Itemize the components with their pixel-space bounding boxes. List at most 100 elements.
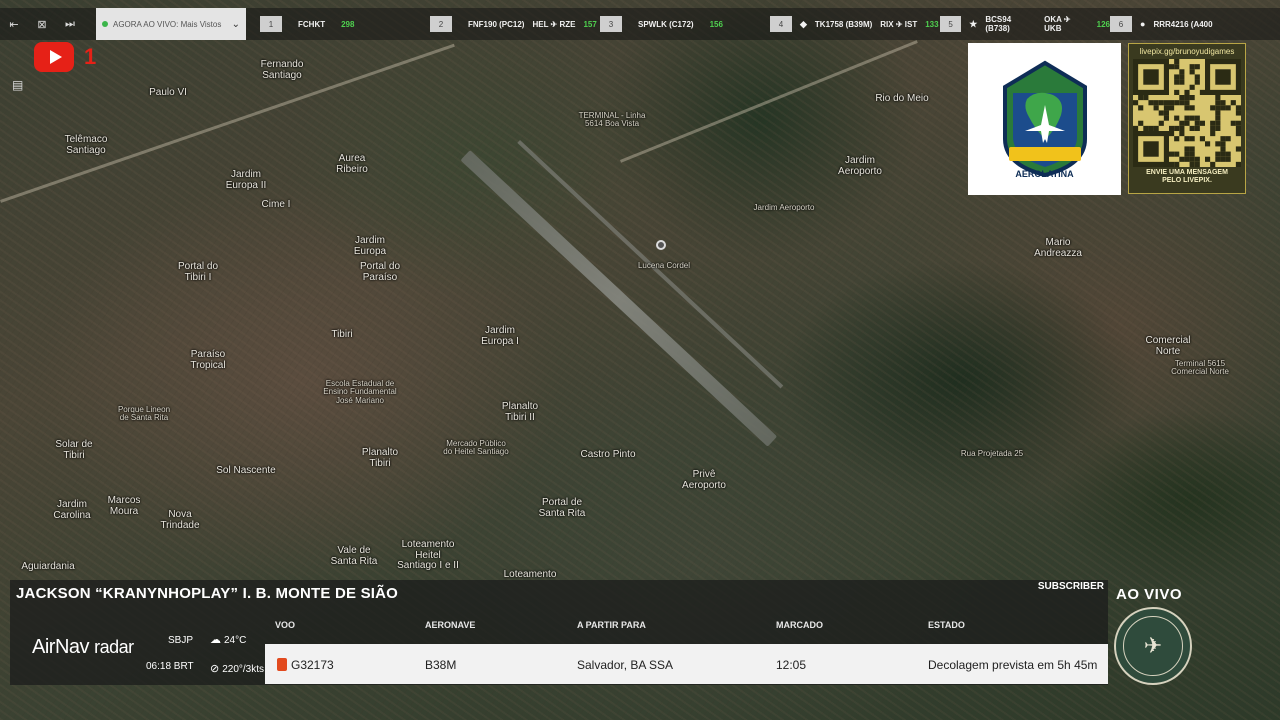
map-place-label: Jardim Europa I bbox=[481, 325, 519, 347]
map-place-label: Rua Projetada 25 bbox=[960, 449, 1024, 458]
chevron-down-icon: ⌄ bbox=[231, 18, 240, 30]
live-dropdown-label: AGORA AO VIVO: Mais Vistos bbox=[113, 19, 222, 29]
map-place-label: Mercado Público do Heitel Santiago bbox=[443, 439, 509, 457]
flight-number: G32173 bbox=[291, 658, 334, 672]
map-place-label: Sol Nascente bbox=[216, 465, 276, 476]
map-place-label: Portal do Tibiri I bbox=[177, 261, 219, 283]
layers-icon[interactable]: ▤ bbox=[12, 78, 23, 92]
viewer-count: 298 bbox=[341, 19, 355, 29]
map-place-label: Lucena Cordel bbox=[637, 261, 691, 270]
airline-mark-icon: ◆ bbox=[800, 18, 807, 29]
col-aircraft: AERONAVE bbox=[425, 620, 476, 630]
map-place-label: Comercial Norte bbox=[1145, 335, 1191, 357]
map-place-label: Telêmaco Santiago bbox=[64, 134, 108, 156]
map-place-label: Cime I bbox=[261, 199, 291, 210]
flight-table-header: VOO AERONAVE A PARTIR PARA MARCADO ESTAD… bbox=[275, 620, 1108, 642]
local-time: 06:18 BRT bbox=[146, 661, 194, 672]
map-place-label: Tibiri bbox=[331, 329, 353, 340]
rank-number: 3 bbox=[600, 16, 622, 32]
airline-mark-icon: ★ bbox=[969, 18, 978, 29]
map-place-label: Castro Pinto bbox=[580, 449, 636, 460]
map-place-label: Nova Trindade bbox=[160, 509, 200, 531]
callsign: TK1758 (B39M) bbox=[814, 19, 873, 29]
map-place-label: Loteamento Heitel Santiago I e II bbox=[397, 539, 459, 571]
radar-brand: radar bbox=[94, 637, 134, 657]
station-info: SBJP 06:18 BRT bbox=[146, 628, 194, 680]
callsign: FNF190 (PC12) bbox=[468, 19, 525, 29]
map-place-label: TERMINAL - Linha 5614 Boa Vista bbox=[578, 111, 646, 129]
airnav-brand: AirNav bbox=[32, 636, 90, 658]
route: RIX ✈ IST bbox=[880, 19, 918, 29]
map-place-label: Escola Estadual de Ensino Fundamental Jo… bbox=[323, 379, 397, 405]
map-place-label: Privê Aeroporto bbox=[682, 469, 726, 491]
map-place-label: Aguiardania bbox=[21, 561, 75, 572]
wind-compass-icon: ⊘ bbox=[210, 662, 220, 675]
rank-number: 2 bbox=[430, 16, 452, 32]
lower-third-panel: JACKSON “KRANYNHOPLAY” I. B. MONTE DE SI… bbox=[10, 580, 1108, 685]
weather-info: ☁ 24°C ⊘ 220°/3kts bbox=[210, 626, 264, 683]
flight-ticker-item[interactable]: 4 ◆ TK1758 (B39M) RIX ✈ IST 133 bbox=[770, 16, 940, 32]
map-place-label: Loteamento bbox=[503, 569, 557, 580]
callsign: RRR4216 (A400 bbox=[1153, 19, 1213, 29]
expand-icon[interactable]: ⊠ bbox=[28, 8, 56, 40]
airplane-emblem-icon: ✈ bbox=[1123, 616, 1183, 676]
livepix-url: livepix.gg/brunoyudigames bbox=[1139, 47, 1235, 56]
callsign: SPWLK (C172) bbox=[638, 19, 694, 29]
col-destination: A PARTIR PARA bbox=[577, 620, 646, 630]
aircraft-type: B38M bbox=[425, 658, 457, 672]
map-place-label: Terminal 5615 Comercial Norte bbox=[1171, 359, 1229, 377]
airline-mark-icon: ● bbox=[1140, 19, 1146, 29]
callsign: BCS94 (B738) bbox=[985, 15, 1012, 33]
flight-row[interactable]: G32173 B38M Salvador, BA SSA 12:05 Decol… bbox=[265, 644, 1108, 684]
map-place-label: Fernando Santiago bbox=[260, 59, 304, 81]
airnav-radar-logo: AirNav radar bbox=[32, 636, 134, 659]
map-place-label: Mario Andreazza bbox=[1034, 237, 1082, 259]
map-place-label: Jardim Europa bbox=[353, 235, 387, 257]
map-place-label: Jardim Europa II bbox=[225, 169, 267, 191]
qr-code-icon bbox=[1133, 59, 1241, 167]
flight-ticker-item[interactable]: 6 ● RRR4216 (A400 bbox=[1110, 16, 1280, 32]
aerolatina-shield-icon bbox=[1002, 60, 1087, 178]
col-scheduled: MARCADO bbox=[776, 620, 823, 630]
map-place-label: Aurea Ribeiro bbox=[336, 153, 368, 175]
skip-next-icon[interactable]: ⏭ bbox=[56, 8, 84, 40]
flight-ticker-item[interactable]: 1 FCHKT 298 bbox=[260, 16, 430, 32]
aerolatina-logo: AEROLATINA bbox=[968, 43, 1121, 195]
rank-number: 4 bbox=[770, 16, 792, 32]
map-place-label: Jardim Aeroporto bbox=[838, 155, 882, 177]
map-place-label: Porque Lineon de Santa Rita bbox=[117, 405, 171, 423]
viewer-count: 133 bbox=[925, 19, 939, 29]
flight-ticker-item[interactable]: 3 SPWLK (C172) 156 bbox=[600, 16, 770, 32]
subscriber-label: SUBSCRIBER bbox=[1037, 581, 1104, 592]
airline-logo-icon bbox=[277, 658, 287, 671]
livepix-qr-panel[interactable]: livepix.gg/brunoyudigames ENVIE UMA MENS… bbox=[1128, 43, 1246, 194]
live-now-dropdown[interactable]: AGORA AO VIVO: Mais Vistos ⌄ bbox=[96, 8, 246, 40]
route: HEL ✈ RZE bbox=[532, 19, 576, 29]
map-place-label: Portal de Santa Rita bbox=[538, 497, 586, 519]
callsign: FCHKT bbox=[298, 19, 326, 29]
top-ticker-bar: ⇤ ⊠ ⏭ AGORA AO VIVO: Mais Vistos ⌄ 1 FCHK… bbox=[0, 8, 1280, 40]
viewer-count: 156 bbox=[709, 19, 723, 29]
live-dot-icon bbox=[102, 21, 108, 27]
collapse-panel-icon[interactable]: ⇤ bbox=[0, 8, 28, 40]
map-place-label: Solar de Tibiri bbox=[55, 439, 93, 461]
rank-number: 5 bbox=[940, 16, 962, 32]
viewer-count: 157 bbox=[583, 19, 597, 29]
viewer-count: 126 bbox=[1096, 19, 1110, 29]
map-place-label: Vale de Santa Rita bbox=[330, 545, 378, 567]
rank-number: 6 bbox=[1110, 16, 1132, 32]
flight-ticker-item[interactable]: 2 FNF190 (PC12) HEL ✈ RZE 157 bbox=[430, 16, 600, 32]
livepix-cta: ENVIE UMA MENSAGEM PELO LIVEPIX. bbox=[1146, 169, 1228, 185]
youtube-logo-icon[interactable] bbox=[34, 42, 74, 72]
airport-pin-icon[interactable] bbox=[656, 240, 666, 250]
scheduled-time: 12:05 bbox=[776, 658, 807, 672]
youtube-badge: 1 bbox=[84, 44, 97, 69]
map-place-label: Portal do Paraíso bbox=[359, 261, 401, 283]
channel-emblem: ✈ bbox=[1114, 607, 1192, 685]
flight-ticker-item[interactable]: 5 ★ BCS94 (B738) OKA ✈ UKB 126 bbox=[940, 15, 1110, 33]
flight-ticker: 1 FCHKT 298 2 FNF190 (PC12) HEL ✈ RZE 157 3 SPWL… bbox=[260, 15, 1280, 33]
rank-number: 1 bbox=[260, 16, 282, 32]
map-place-label: Planalto Tibiri II bbox=[501, 401, 539, 423]
destination: Salvador, BA SSA bbox=[577, 658, 674, 672]
wind: 220°/3kts bbox=[222, 663, 265, 675]
